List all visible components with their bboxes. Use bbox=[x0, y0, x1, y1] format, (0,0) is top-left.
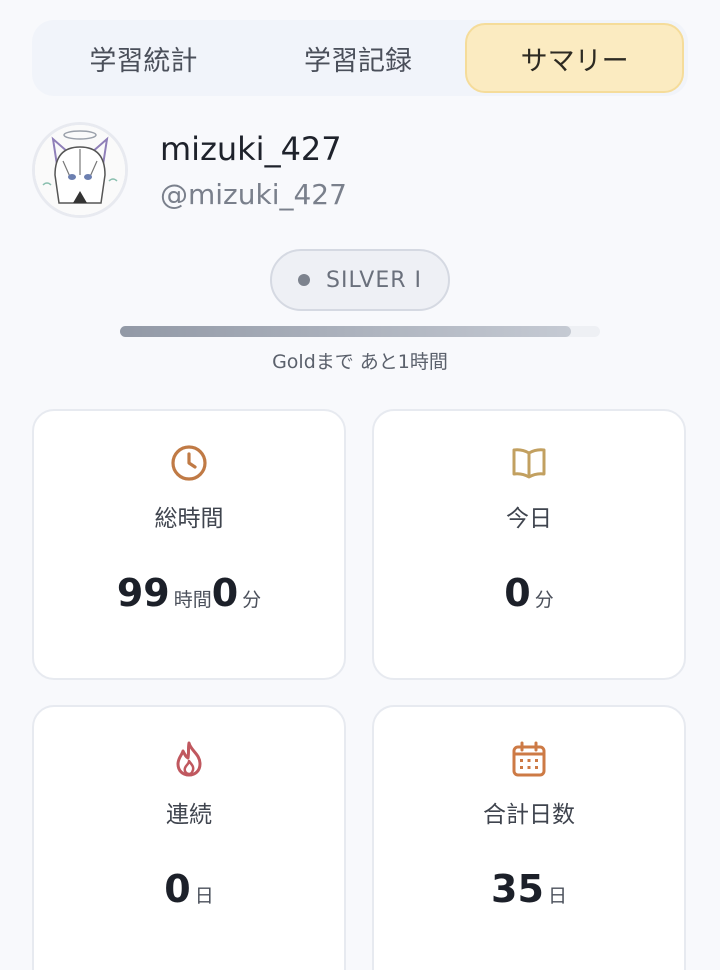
anime-avatar-image bbox=[35, 125, 125, 215]
rank-progress-fill bbox=[120, 326, 572, 337]
tab-study-records[interactable]: 学習記録 bbox=[251, 23, 466, 93]
tab-bar: 学習統計 学習記録 サマリー bbox=[32, 20, 688, 96]
tab-study-stats[interactable]: 学習統計 bbox=[36, 23, 251, 93]
stat-value-total-time: 99 時間0 分 bbox=[34, 571, 344, 615]
stat-label-total-time: 総時間 bbox=[154, 506, 224, 532]
avatar[interactable] bbox=[32, 122, 128, 218]
stat-value-streak: 0日 bbox=[34, 867, 344, 911]
rank-progress-bar bbox=[120, 326, 600, 337]
tab-summary[interactable]: サマリー bbox=[465, 23, 685, 93]
stat-value-today: 0分 bbox=[374, 571, 684, 615]
stat-card-streak: 連続 0日 bbox=[32, 705, 346, 970]
total-minutes-value: 0 bbox=[211, 571, 239, 615]
rank-dot-icon bbox=[297, 274, 310, 286]
stat-value-total-days: 35 日 bbox=[374, 867, 684, 911]
streak-unit: 日 bbox=[194, 885, 214, 907]
stat-card-total-time: 総時間 99 時間0 分 bbox=[32, 409, 346, 680]
today-value: 0 bbox=[504, 571, 531, 615]
calendar-icon bbox=[512, 741, 546, 777]
stat-card-today: 今日 0分 bbox=[372, 409, 686, 680]
total-minutes-unit: 分 bbox=[242, 589, 262, 611]
streak-value: 0 bbox=[164, 867, 191, 911]
rank-badge[interactable]: SILVER I bbox=[270, 249, 450, 311]
clock-icon bbox=[171, 445, 207, 481]
username: mizuki_427 bbox=[160, 130, 342, 168]
flame-icon bbox=[176, 741, 202, 777]
total-days-value: 35 bbox=[491, 867, 544, 911]
stat-label-today: 今日 bbox=[506, 506, 552, 532]
stat-card-total-days: 合計日数 35 日 bbox=[372, 705, 686, 970]
today-unit: 分 bbox=[534, 589, 554, 611]
rank-label: SILVER I bbox=[325, 267, 422, 293]
total-hours-unit: 時間 bbox=[173, 589, 212, 611]
total-days-unit: 日 bbox=[547, 885, 567, 907]
rank-progress-text: Goldまで あと1時間 bbox=[272, 351, 448, 373]
user-handle: @mizuki_427 bbox=[160, 178, 347, 211]
stat-label-streak: 連続 bbox=[166, 802, 212, 828]
book-icon bbox=[512, 448, 546, 479]
stat-label-total-days: 合計日数 bbox=[483, 802, 575, 828]
total-hours-value: 99 bbox=[116, 571, 170, 615]
